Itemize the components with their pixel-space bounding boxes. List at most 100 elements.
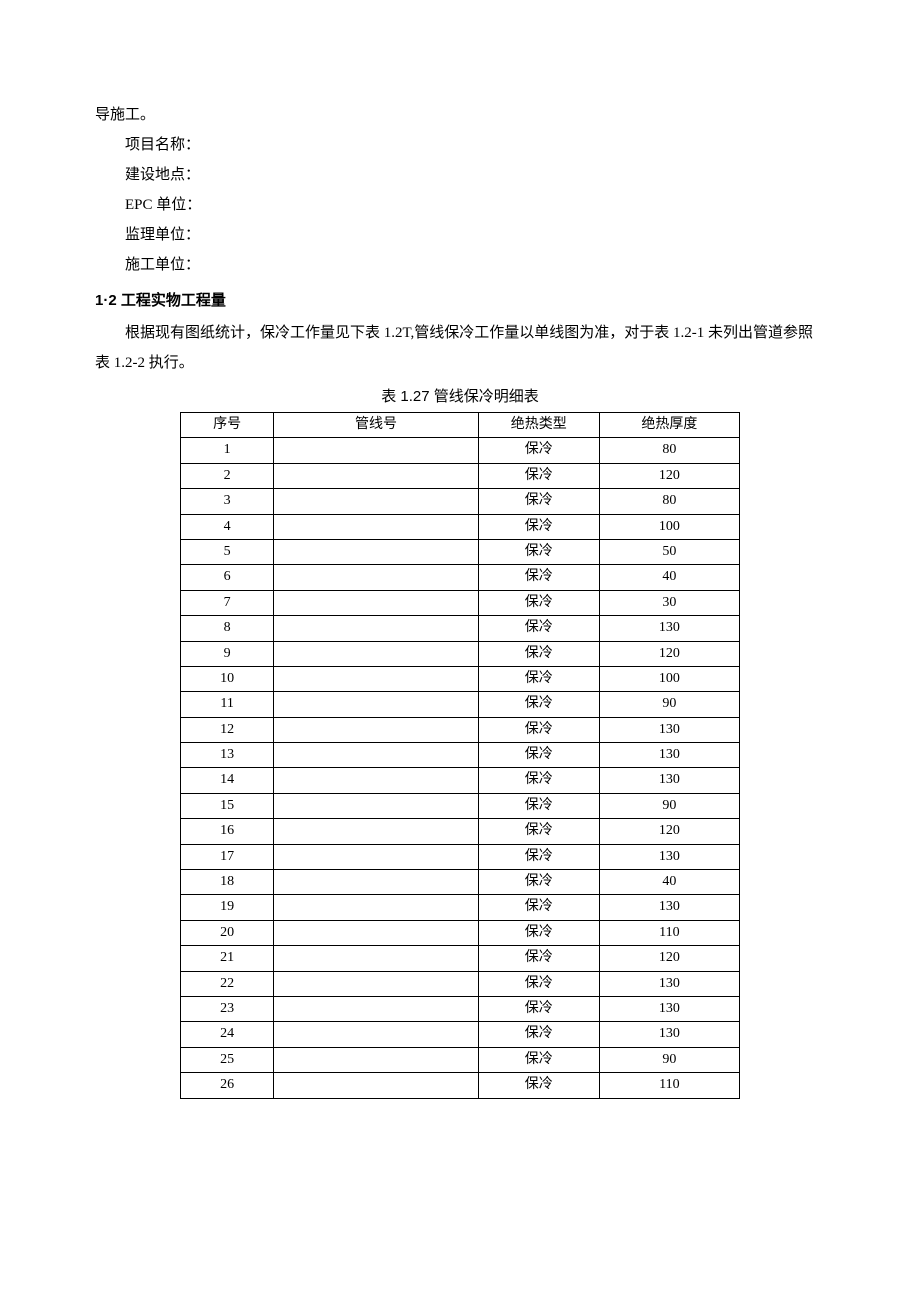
cell-ins-type: 保冷: [478, 539, 599, 564]
table-row: 9保冷120: [181, 641, 740, 666]
cell-ins-type: 保冷: [478, 819, 599, 844]
col-header-line-no: 管线号: [274, 413, 478, 438]
body-paragraph: 根据现有图纸统计，保冷工作量见下表 1.2T,管线保冷工作量以单线图为准，对于表…: [95, 318, 825, 378]
cell-seq: 2: [181, 463, 274, 488]
cell-seq: 10: [181, 666, 274, 691]
cell-line-no: [274, 463, 478, 488]
cell-line-no: [274, 946, 478, 971]
section-heading-1-2: 1·2 工程实物工程量: [95, 286, 825, 316]
col-header-ins-type: 绝热类型: [478, 413, 599, 438]
cell-line-no: [274, 819, 478, 844]
cell-line-no: [274, 920, 478, 945]
info-line-location: 建设地点：: [95, 160, 825, 190]
col-header-seq: 序号: [181, 413, 274, 438]
cell-seq: 11: [181, 692, 274, 717]
col-header-ins-thick: 绝热厚度: [599, 413, 739, 438]
table-row: 22保冷130: [181, 971, 740, 996]
cell-ins-type: 保冷: [478, 870, 599, 895]
table-caption: 表 1.27 管线保冷明细表: [95, 382, 825, 412]
cell-ins-thick: 90: [599, 692, 739, 717]
cell-ins-type: 保冷: [478, 920, 599, 945]
cell-line-no: [274, 895, 478, 920]
table-row: 25 保冷90: [181, 1047, 740, 1072]
table-row: 26保冷110: [181, 1073, 740, 1098]
cell-line-no: [274, 870, 478, 895]
cell-line-no: [274, 768, 478, 793]
info-line-construction: 施工单位：: [95, 250, 825, 280]
cell-line-no: [274, 793, 478, 818]
cell-ins-type: 保冷: [478, 565, 599, 590]
cell-seq: 1: [181, 438, 274, 463]
table-row: 11保冷90: [181, 692, 740, 717]
cell-ins-thick: 130: [599, 895, 739, 920]
cell-seq: 16: [181, 819, 274, 844]
cell-seq: 5: [181, 539, 274, 564]
cell-ins-thick: 130: [599, 1022, 739, 1047]
cell-line-no: [274, 1022, 478, 1047]
pipeline-insulation-table: 序号 管线号 绝热类型 绝热厚度 1保冷80 2保冷120 3保冷80 4保冷1…: [180, 412, 740, 1099]
cell-ins-type: 保冷: [478, 641, 599, 666]
cell-line-no: [274, 692, 478, 717]
cell-ins-thick: 80: [599, 489, 739, 514]
table-row: 19保冷130: [181, 895, 740, 920]
document-page: 导施工。 项目名称： 建设地点： EPC 单位： 监理单位： 施工单位： 1·2…: [0, 0, 920, 1299]
table-row: 13保冷130: [181, 743, 740, 768]
cell-ins-type: 保冷: [478, 590, 599, 615]
cell-ins-thick: 40: [599, 870, 739, 895]
cell-ins-type: 保冷: [478, 1047, 599, 1072]
table-row: 21保冷120: [181, 946, 740, 971]
cell-line-no: [274, 1047, 478, 1072]
cell-ins-type: 保冷: [478, 768, 599, 793]
cell-line-no: [274, 717, 478, 742]
cell-ins-thick: 90: [599, 1047, 739, 1072]
table-row: 12保冷130: [181, 717, 740, 742]
cell-ins-type: 保冷: [478, 438, 599, 463]
cell-seq: 25: [181, 1047, 274, 1072]
cell-ins-thick: 130: [599, 743, 739, 768]
cell-seq: 23: [181, 996, 274, 1021]
info-line-project-name: 项目名称：: [95, 130, 825, 160]
cell-ins-thick: 110: [599, 920, 739, 945]
cell-ins-type: 保冷: [478, 463, 599, 488]
cell-ins-thick: 130: [599, 971, 739, 996]
cell-line-no: [274, 489, 478, 514]
cell-ins-thick: 130: [599, 996, 739, 1021]
table-row: 4保冷100: [181, 514, 740, 539]
cell-ins-thick: 130: [599, 717, 739, 742]
cell-ins-thick: 100: [599, 514, 739, 539]
cell-line-no: [274, 590, 478, 615]
table-header-row: 序号 管线号 绝热类型 绝热厚度: [181, 413, 740, 438]
cell-ins-thick: 130: [599, 844, 739, 869]
cell-ins-type: 保冷: [478, 793, 599, 818]
cell-seq: 24: [181, 1022, 274, 1047]
table-row: 18保冷40: [181, 870, 740, 895]
cell-ins-type: 保冷: [478, 616, 599, 641]
cell-ins-thick: 50: [599, 539, 739, 564]
table-row: 1保冷80: [181, 438, 740, 463]
table-row: 24保冷130: [181, 1022, 740, 1047]
cell-ins-type: 保冷: [478, 743, 599, 768]
cell-ins-thick: 120: [599, 819, 739, 844]
table-row: 3保冷80: [181, 489, 740, 514]
cell-line-no: [274, 996, 478, 1021]
paragraph-continuation: 导施工。: [95, 100, 825, 130]
cell-ins-thick: 130: [599, 768, 739, 793]
cell-line-no: [274, 438, 478, 463]
cell-line-no: [274, 539, 478, 564]
cell-seq: 12: [181, 717, 274, 742]
cell-ins-type: 保冷: [478, 666, 599, 691]
cell-seq: 26: [181, 1073, 274, 1098]
cell-seq: 19: [181, 895, 274, 920]
cell-seq: 8: [181, 616, 274, 641]
table-row: 5 保冷50: [181, 539, 740, 564]
cell-line-no: [274, 743, 478, 768]
cell-line-no: [274, 514, 478, 539]
cell-ins-type: 保冷: [478, 489, 599, 514]
info-line-epc: EPC 单位：: [95, 190, 825, 220]
cell-line-no: [274, 616, 478, 641]
cell-ins-type: 保冷: [478, 946, 599, 971]
table-row: 16 保冷120: [181, 819, 740, 844]
cell-line-no: [274, 666, 478, 691]
table-row: 6保冷40: [181, 565, 740, 590]
cell-ins-thick: 90: [599, 793, 739, 818]
